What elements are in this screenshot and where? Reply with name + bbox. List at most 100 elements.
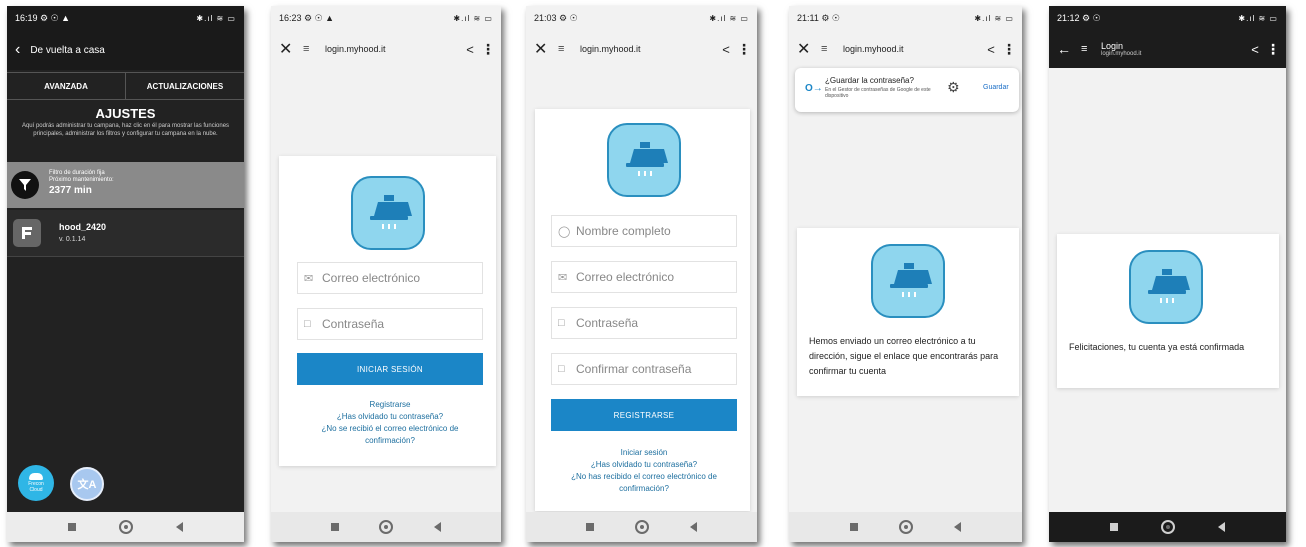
status-icons: ✱.ıl ≋ ▭ [453, 13, 493, 23]
save-prompt-title: ¿Guardar la contraseña? [825, 76, 914, 85]
password-field[interactable]: □ Contraseña [297, 308, 483, 340]
forgot-password-link[interactable]: ¿Has olvidado tu contraseña? [551, 459, 737, 471]
email-placeholder: Correo electrónico [322, 271, 421, 285]
url-text[interactable]: login.myhood.it [1101, 51, 1244, 57]
status-icons: ✱.ıl ≋ ▭ [709, 13, 749, 23]
home-icon[interactable] [634, 520, 649, 534]
close-icon[interactable]: ✕ [797, 39, 821, 59]
site-settings-icon[interactable]: ≡ [558, 43, 580, 55]
login-button[interactable]: INICIAR SESIÓN [297, 353, 483, 385]
settings-title: AJUSTES [95, 106, 156, 121]
fullname-placeholder: Nombre completo [576, 224, 671, 238]
device-logo-icon [13, 219, 41, 247]
more-options-icon[interactable]: ⋮ [737, 41, 751, 58]
close-icon[interactable]: ✕ [534, 39, 558, 59]
register-button[interactable]: REGISTRARSE [551, 399, 737, 431]
recent-apps-icon[interactable] [331, 523, 340, 531]
lock-icon: □ [558, 363, 565, 375]
home-icon[interactable] [379, 520, 394, 534]
hood-logo-icon [607, 123, 681, 197]
save-password-button[interactable]: Guardar [983, 84, 1009, 91]
status-bar: 16:19 ⚙ ☉ ▲ ✱.ıl ≋ ▭ [7, 6, 244, 30]
login-link[interactable]: Iniciar sesión [551, 447, 737, 459]
more-options-icon[interactable]: ⋮ [1002, 41, 1016, 58]
share-icon[interactable]: < [715, 42, 737, 57]
status-time: 21:11 ⚙ ☉ [797, 12, 840, 23]
recent-apps-icon[interactable] [586, 523, 595, 531]
more-options-icon[interactable]: ⋮ [1266, 41, 1280, 58]
back-chevron-icon[interactable]: ‹ [15, 41, 20, 59]
save-password-prompt: O→ ¿Guardar la contraseña? En el Gestor … [795, 68, 1019, 112]
more-options-icon[interactable]: ⋮ [481, 41, 495, 58]
resend-confirmation-link[interactable]: ¿No se recibió el correo electrónico de … [307, 423, 473, 447]
register-link[interactable]: Registrarse [297, 399, 483, 411]
filter-icon [11, 171, 39, 199]
settings-description: Aquí podrás administrar tu campana, haz … [21, 123, 230, 137]
url-text[interactable]: login.myhood.it [325, 44, 459, 54]
status-time: 16:19 ⚙ ☉ ▲ [15, 12, 71, 23]
status-icons: ✱.ıl ≋ ▭ [1238, 13, 1278, 23]
translate-button[interactable]: 文A [70, 467, 104, 501]
hood-logo-icon [1129, 250, 1203, 324]
gear-icon[interactable]: ⚙ [947, 79, 960, 96]
fullname-field[interactable]: ◯ Nombre completo [551, 215, 737, 247]
filter-subtitle: Próximo mantenimiento: [49, 177, 114, 183]
email-placeholder: Correo electrónico [576, 270, 675, 284]
filter-row[interactable]: Filtro de duración fija Próximo mantenim… [7, 162, 244, 208]
phone-screen-confirmed: 21:12 ⚙ ☉ ✱.ıl ≋ ▭ ← ≡ Login login.myhoo… [1049, 6, 1286, 542]
frecon-cloud-label: Frecon Cloud [28, 481, 44, 493]
android-nav-bar [1049, 512, 1286, 542]
device-name: hood_2420 [59, 222, 107, 232]
back-icon[interactable] [175, 522, 183, 532]
back-icon[interactable] [689, 522, 697, 532]
recent-apps-icon[interactable] [68, 523, 77, 531]
resend-confirmation-link[interactable]: ¿No has recibido el correo electrónico d… [561, 471, 727, 495]
close-icon[interactable]: ✕ [279, 39, 303, 59]
home-icon[interactable] [1160, 520, 1175, 534]
email-field[interactable]: ✉ Correo electrónico [551, 261, 737, 293]
email-sent-message: Hemos enviado un correo electrónico a tu… [809, 336, 999, 376]
url-text[interactable]: login.myhood.it [580, 44, 715, 54]
tab-bar: AVANZADA ACTUALIZACIONES [7, 72, 244, 100]
mail-icon: ✉ [304, 272, 314, 285]
device-row[interactable]: hood_2420 v. 0.1.14 [7, 210, 244, 257]
status-time: 21:12 ⚙ ☉ [1057, 12, 1101, 23]
status-bar: 21:12 ⚙ ☉ ✱.ıl ≋ ▭ [1049, 6, 1286, 30]
tab-actualizaciones[interactable]: ACTUALIZACIONES [126, 73, 244, 99]
phone-screen-email-sent: 21:11 ⚙ ☉ ✱.ıl ≋ ▭ ✕ ≡ login.myhood.it <… [789, 6, 1022, 542]
email-field[interactable]: ✉ Correo electrónico [297, 262, 483, 294]
share-icon[interactable]: < [980, 42, 1002, 57]
page-title: Login [1101, 41, 1124, 51]
site-settings-icon[interactable]: ≡ [1081, 43, 1101, 55]
device-version: v. 0.1.14 [59, 236, 86, 243]
frecon-cloud-button[interactable]: Frecon Cloud [18, 465, 54, 501]
tab-avanzada[interactable]: AVANZADA [7, 73, 126, 99]
site-settings-icon[interactable]: ≡ [821, 43, 843, 55]
back-icon[interactable] [433, 522, 441, 532]
android-nav-bar [526, 512, 757, 542]
site-settings-icon[interactable]: ≡ [303, 43, 325, 55]
register-card: ◯ Nombre completo ✉ Correo electrónico □… [535, 109, 750, 511]
home-icon[interactable] [898, 520, 913, 534]
filter-value: 2377 min [49, 185, 92, 196]
back-arrow-icon[interactable]: ← [1057, 41, 1081, 57]
back-icon[interactable] [954, 522, 962, 532]
save-prompt-description: En el Gestor de contraseñas de Google de… [825, 87, 931, 99]
filter-title: Filtro de duración fija [49, 170, 105, 176]
home-icon[interactable] [118, 520, 133, 534]
recent-apps-icon[interactable] [849, 523, 858, 531]
confirm-password-field[interactable]: □ Confirmar contraseña [551, 353, 737, 385]
status-time: 16:23 ⚙ ☉ ▲ [279, 12, 335, 23]
share-icon[interactable]: < [1244, 42, 1266, 57]
lock-icon: □ [558, 317, 565, 329]
url-text[interactable]: login.myhood.it [843, 44, 980, 54]
share-icon[interactable]: < [459, 42, 481, 57]
email-sent-card: Hemos enviado un correo electrónico a tu… [797, 228, 1019, 396]
back-icon[interactable] [1217, 522, 1225, 532]
recent-apps-icon[interactable] [1110, 523, 1119, 531]
confirm-password-placeholder: Confirmar contraseña [576, 362, 692, 376]
app-header: ‹ De vuelta a casa [7, 30, 244, 70]
forgot-password-link[interactable]: ¿Has olvidado tu contraseña? [297, 411, 483, 423]
password-field[interactable]: □ Contraseña [551, 307, 737, 339]
phone-screen-login: 16:23 ⚙ ☉ ▲ ✱.ıl ≋ ▭ ✕ ≡ login.myhood.it… [271, 6, 501, 542]
